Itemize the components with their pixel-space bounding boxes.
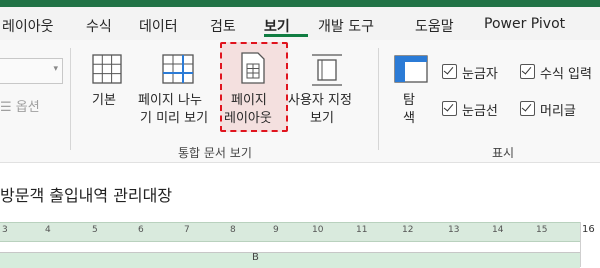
- column-letter: B: [252, 252, 259, 263]
- column-header-b[interactable]: [0, 252, 580, 268]
- ruler-tick: 6: [138, 225, 144, 235]
- tab-review[interactable]: 검토: [210, 16, 236, 36]
- sheet-title: 방문객 출입내역 관리대장: [0, 186, 173, 205]
- page-layout-view-button[interactable]: 페이지 레이아웃: [222, 44, 284, 128]
- ruler-tick: 4: [45, 225, 51, 235]
- headings-checkbox-label: 머리글: [540, 104, 576, 119]
- ruler-checkbox[interactable]: [442, 64, 457, 79]
- tab-developer[interactable]: 개발 도구: [318, 16, 374, 36]
- ruler-tick: 8: [230, 225, 236, 235]
- chevron-down-icon: ▾: [53, 64, 58, 74]
- page-layout-icon: [241, 52, 265, 84]
- page-break-preview-button[interactable]: 페이지 나누 기 미리 보기: [138, 48, 218, 128]
- ruler-tick: 13: [448, 225, 460, 235]
- ruler-tick: 9: [273, 225, 279, 235]
- normal-view-label: 기본: [92, 93, 116, 108]
- gridlines-checkbox-label: 눈금선: [462, 104, 498, 119]
- custom-views-label-1: 사용자 지정: [288, 93, 352, 108]
- ruler-tick: 11: [356, 225, 368, 235]
- group-separator: [70, 48, 71, 150]
- page-layout-label-1: 페이지: [231, 93, 267, 108]
- normal-view-button[interactable]: 기본: [82, 48, 132, 128]
- sheet-view-dropdown[interactable]: ▾: [0, 58, 63, 84]
- page-layout-label-2: 레이아웃: [224, 111, 272, 126]
- ruler-tick: 10: [312, 225, 324, 235]
- formula-bar-checkbox[interactable]: [520, 64, 535, 79]
- ruler-checkbox-label: 눈금자: [462, 67, 498, 82]
- group-separator: [378, 48, 379, 150]
- tab-formulas[interactable]: 수식: [86, 16, 112, 36]
- horizontal-ruler: 3 4 5 6 7 8 9 10 11 12 13 14 15: [0, 222, 600, 242]
- ruler-tick: 14: [492, 225, 504, 235]
- navigation-pane-label-2: 색: [403, 111, 415, 126]
- active-tab-indicator: [264, 34, 308, 37]
- show-group-label: 표시: [492, 146, 515, 160]
- tab-view[interactable]: 보기: [264, 16, 290, 36]
- tab-power-pivot[interactable]: Power Pivot: [484, 16, 565, 32]
- excel-title-bar: [0, 0, 600, 7]
- page-break-preview-label-2: 기 미리 보기: [140, 111, 209, 126]
- gridlines-checkbox[interactable]: [442, 101, 457, 116]
- ruler-tick: 15: [536, 225, 548, 235]
- ruler-tick: 3: [2, 225, 8, 235]
- ruler-tick: 5: [92, 225, 98, 235]
- options-label: 옵션: [15, 100, 40, 115]
- tab-data[interactable]: 데이터: [139, 16, 178, 36]
- navigation-pane-icon: [394, 55, 428, 83]
- headings-checkbox[interactable]: [520, 101, 535, 116]
- tab-help[interactable]: 도움말: [415, 16, 454, 36]
- custom-views-label-2: 보기: [310, 111, 334, 126]
- navigation-pane-label-1: 탐: [403, 93, 415, 108]
- ruler-tick: 12: [402, 225, 414, 235]
- tab-page-layout[interactable]: 레이아웃: [2, 16, 54, 36]
- options-button[interactable]: ☰ 옵션: [0, 96, 40, 115]
- ruler-tick: 7: [184, 225, 190, 235]
- normal-view-icon: [92, 54, 122, 84]
- ruler-tick-next-page: 16: [582, 224, 595, 235]
- workbook-views-group-label: 통합 문서 보기: [178, 146, 252, 160]
- formula-bar-checkbox-label: 수식 입력: [540, 67, 592, 82]
- options-list-icon: ☰: [0, 100, 16, 115]
- custom-views-button[interactable]: 사용자 지정 보기: [288, 48, 368, 128]
- page-break-preview-icon: [162, 54, 194, 84]
- navigation-pane-button[interactable]: 탐 색: [390, 48, 432, 128]
- page-break-preview-label-1: 페이지 나누: [138, 93, 202, 108]
- custom-views-icon: [312, 54, 342, 86]
